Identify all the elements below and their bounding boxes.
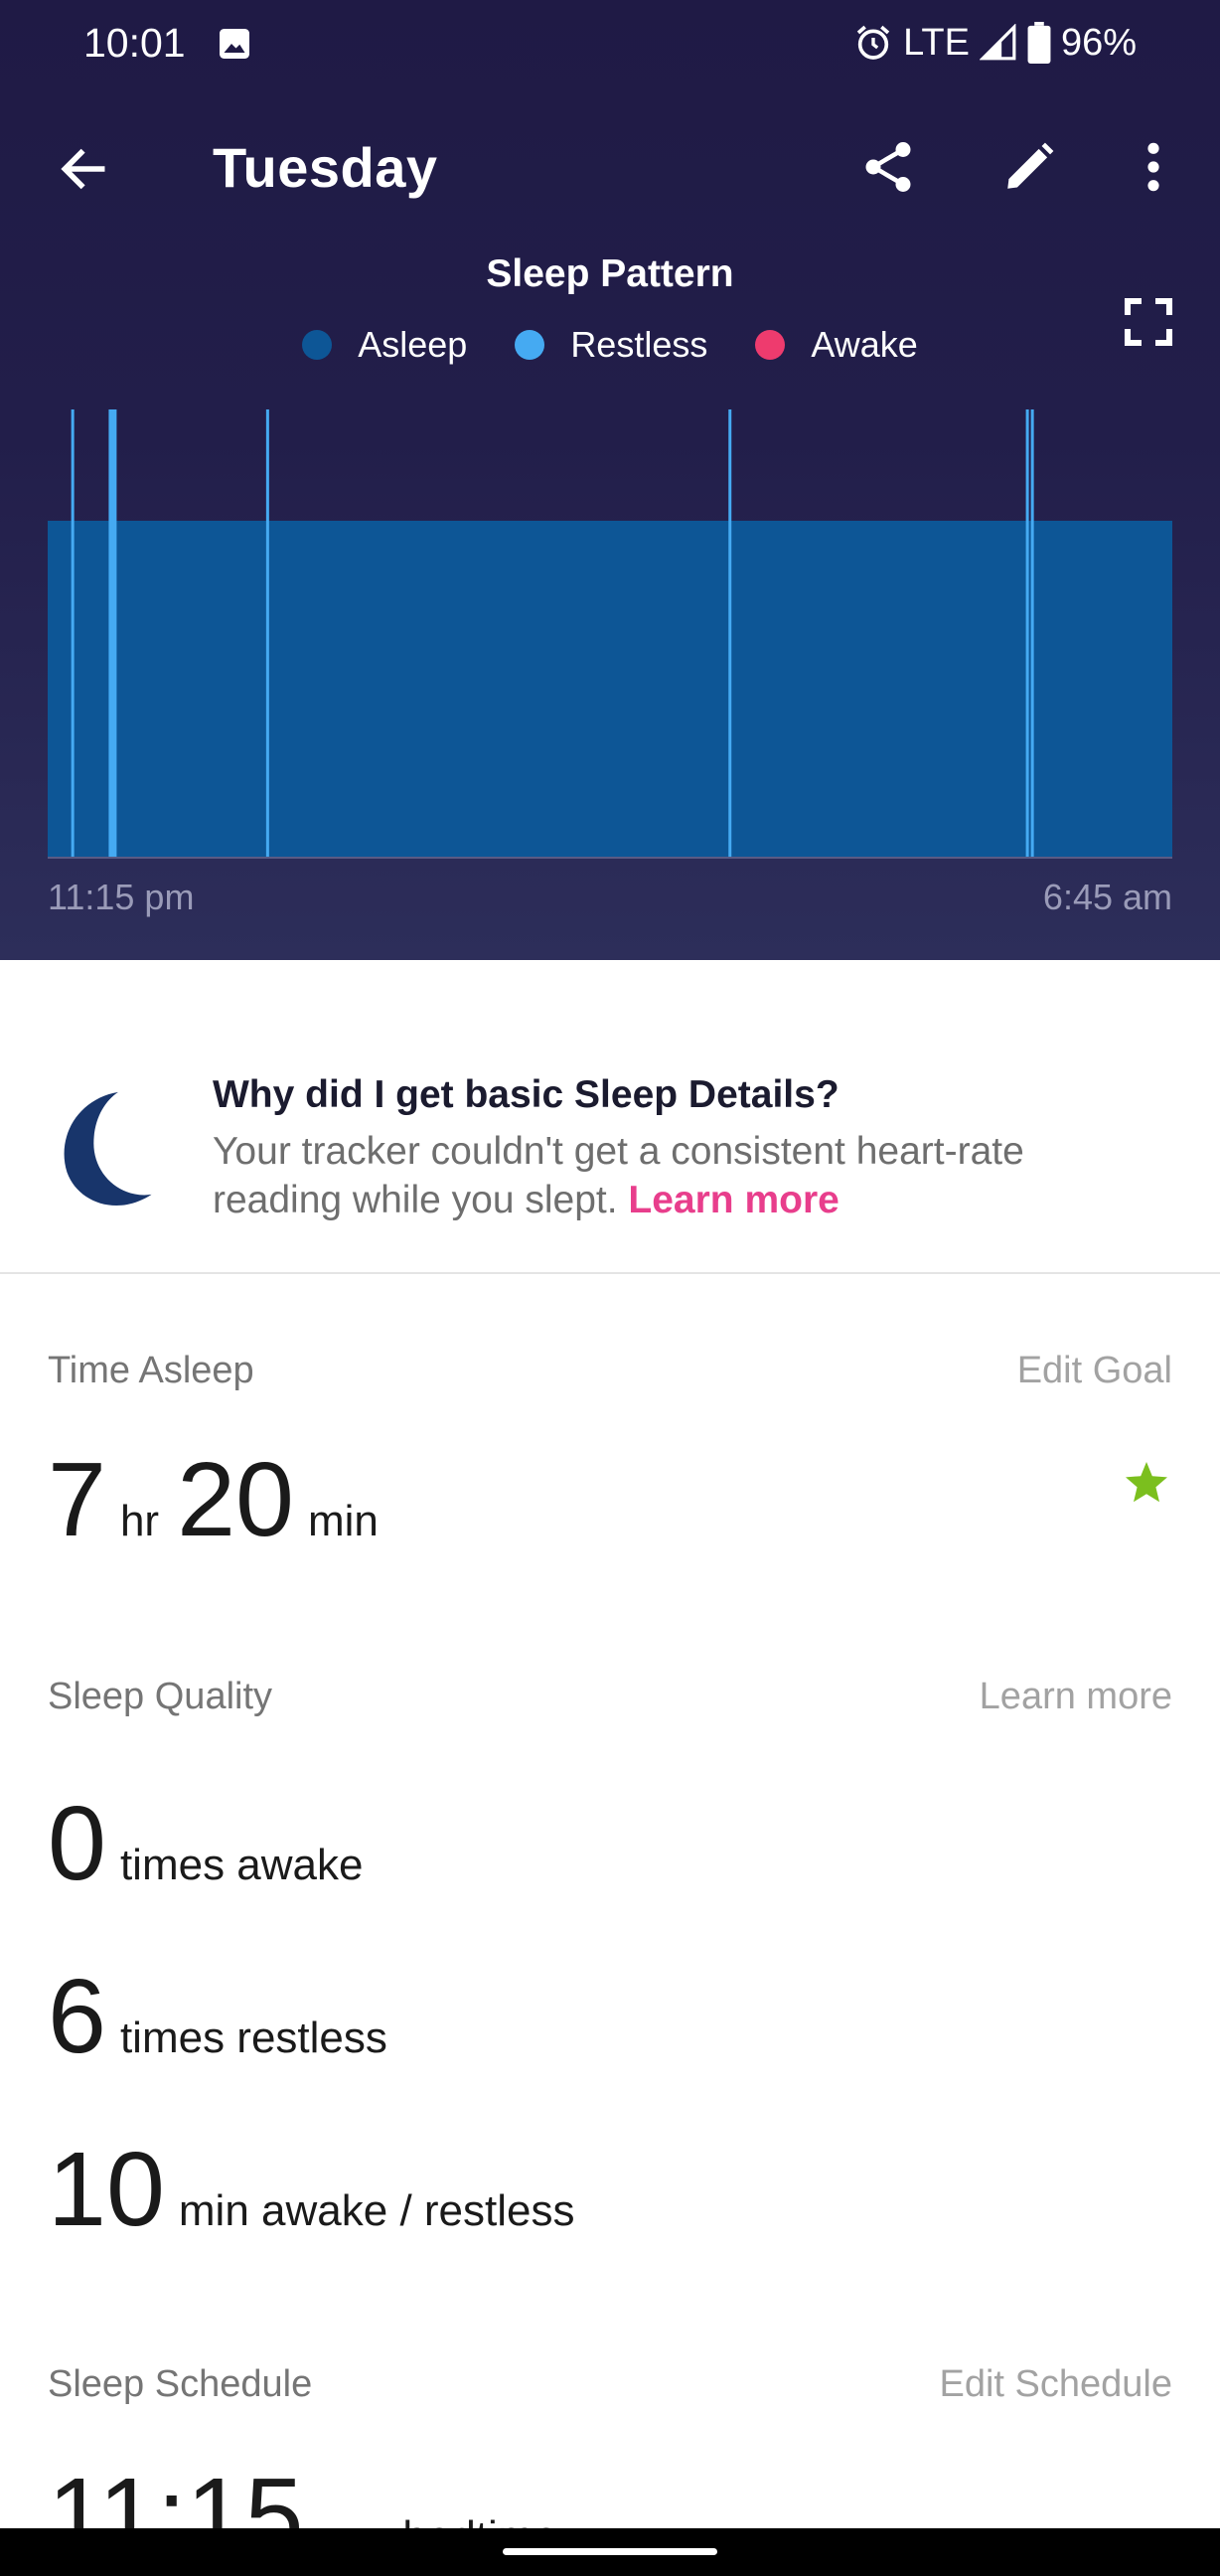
info-body-line2: reading while you slept.	[213, 1179, 618, 1221]
status-bar: 10:01 LTE 96%	[0, 0, 1220, 87]
moon-icon	[64, 1091, 152, 1207]
app-bar: Tuesday	[0, 119, 1220, 215]
basic-sleep-info-card: Why did I get basic Sleep Details? Your …	[0, 1030, 1220, 1274]
minutes-awake-restless-value: 10	[48, 2131, 165, 2248]
chart-end-time: 6:45 am	[1042, 877, 1172, 917]
legend-awake-swatch	[755, 330, 786, 360]
minutes-unit: min	[307, 1497, 379, 1545]
restless-mark	[71, 409, 75, 857]
restless-mark	[265, 409, 269, 857]
restless-mark	[108, 409, 117, 857]
goal-met-star-icon	[1126, 1462, 1167, 1503]
chart-start-time: 11:15 pm	[48, 877, 195, 917]
times-awake-value: 0	[48, 1785, 106, 1902]
times-restless-value: 6	[48, 1958, 106, 2075]
battery-percent: 96%	[1060, 21, 1137, 64]
sleep-pattern-chart	[48, 409, 1172, 859]
legend-restless-label: Restless	[570, 324, 708, 365]
home-gesture-handle[interactable]	[503, 2548, 717, 2555]
chart-legend: Asleep Restless Awake	[0, 324, 1220, 366]
more-vert-icon	[1147, 142, 1159, 192]
legend-asleep-swatch	[302, 330, 333, 360]
network-type: LTE	[903, 21, 970, 64]
more-options-button[interactable]	[1121, 129, 1186, 205]
learn-more-link[interactable]: Learn more	[628, 1179, 839, 1221]
edit-button[interactable]	[991, 129, 1067, 205]
minutes-value: 20	[177, 1441, 294, 1558]
restless-mark	[1030, 409, 1034, 857]
asleep-segment-bar	[48, 521, 1172, 857]
hours-unit: hr	[119, 1497, 160, 1545]
sleep-quality-learn-more[interactable]: Learn more	[980, 1676, 1172, 1718]
share-icon	[865, 142, 911, 192]
fullscreen-icon[interactable]	[1121, 294, 1176, 350]
time-asleep-label: Time Asleep	[48, 1350, 254, 1391]
minutes-awake-restless-row: 10 min awake / restless	[48, 2137, 592, 2242]
page-title: Tuesday	[213, 136, 438, 199]
image-notification-icon	[220, 29, 249, 59]
share-button[interactable]	[850, 129, 926, 205]
arrow-back-icon	[61, 148, 105, 190]
legend-awake: Awake	[755, 324, 918, 366]
legend-restless: Restless	[515, 324, 707, 366]
info-title: Why did I get basic Sleep Details?	[213, 1073, 839, 1116]
times-awake-label: times awake	[119, 1841, 364, 1889]
status-time: 10:01	[83, 20, 186, 66]
legend-asleep-label: Asleep	[358, 324, 468, 365]
minutes-awake-restless-label: min awake / restless	[178, 2186, 575, 2235]
battery-icon	[1027, 22, 1051, 64]
info-body: Your tracker couldn't get a consistent h…	[213, 1127, 1166, 1224]
time-asleep-value: 7 hr 20 min	[48, 1447, 396, 1552]
restless-mark	[728, 409, 732, 857]
times-restless-row: 6 times restless	[48, 1964, 405, 2069]
times-awake-row: 0 times awake	[48, 1791, 381, 1896]
legend-restless-swatch	[515, 330, 545, 360]
status-indicators: LTE 96%	[853, 18, 1137, 68]
sleep-header-panel: 10:01 LTE 96% Tuesday Sleep Pattern Asle…	[0, 0, 1220, 960]
edit-goal-link[interactable]: Edit Goal	[1017, 1350, 1172, 1392]
chart-title: Sleep Pattern	[486, 252, 734, 295]
alarm-icon	[856, 25, 890, 60]
sleep-schedule-label: Sleep Schedule	[48, 2363, 313, 2405]
pencil-icon	[1007, 142, 1054, 189]
times-restless-label: times restless	[119, 2013, 387, 2062]
signal-icon	[979, 24, 1016, 61]
sleep-quality-label: Sleep Quality	[48, 1676, 273, 1717]
restless-mark	[1025, 409, 1029, 857]
hours-value: 7	[48, 1441, 106, 1558]
legend-asleep: Asleep	[302, 324, 467, 366]
edit-schedule-link[interactable]: Edit Schedule	[940, 2363, 1173, 2406]
legend-awake-label: Awake	[811, 324, 918, 365]
info-body-line1: Your tracker couldn't get a consistent h…	[213, 1130, 1024, 1173]
back-button[interactable]	[46, 133, 121, 205]
sleep-pattern-svg	[48, 409, 1172, 859]
system-navigation-bar	[0, 2528, 1220, 2576]
